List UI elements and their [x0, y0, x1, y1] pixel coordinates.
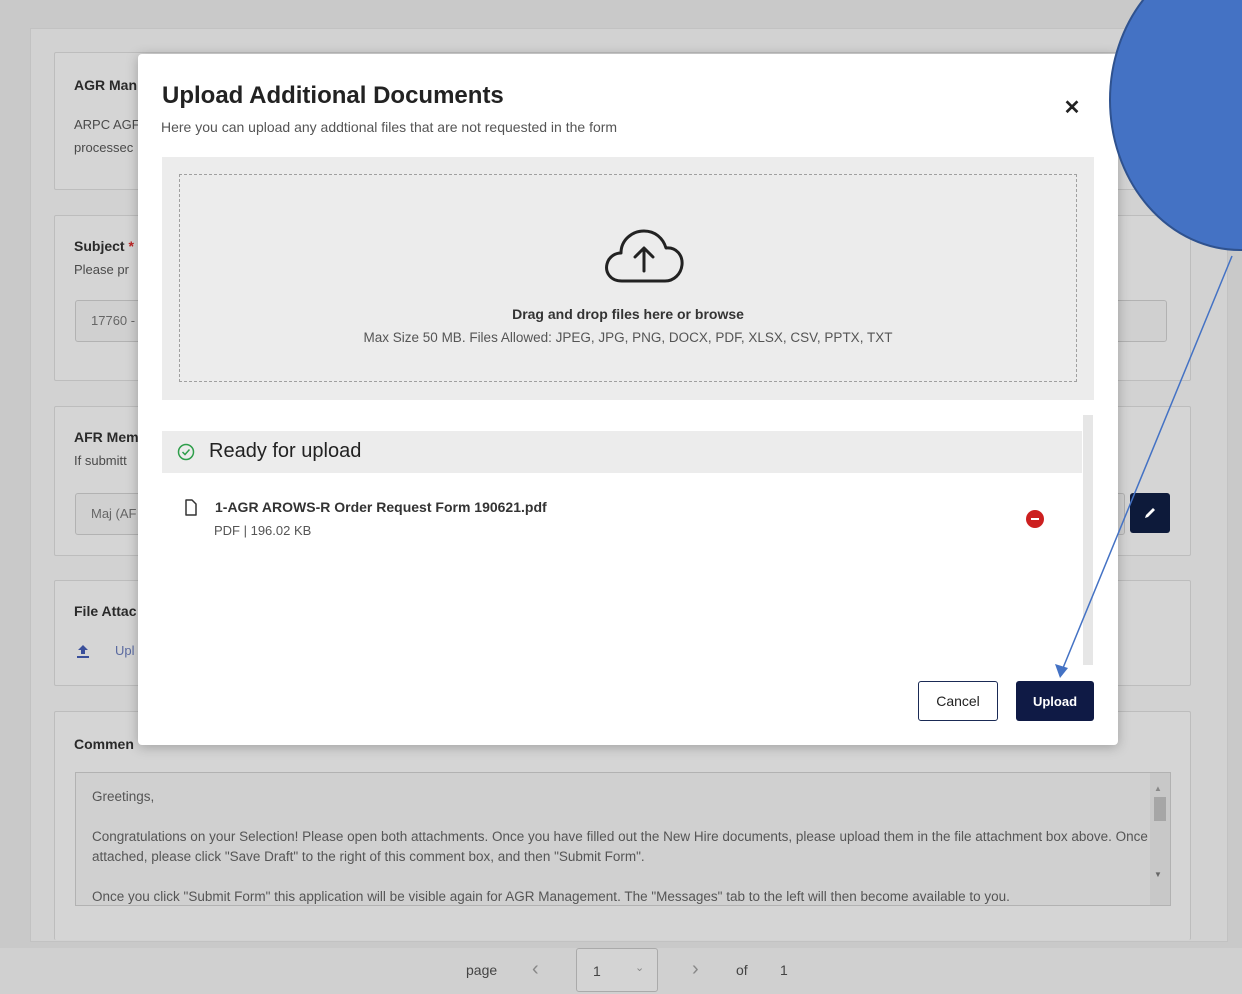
annotation-arrow: [1062, 255, 1233, 669]
annotation-callout: [1109, 0, 1242, 251]
arrow-head-icon: [1055, 664, 1068, 678]
annotation-overlay: [1055, 0, 1242, 678]
